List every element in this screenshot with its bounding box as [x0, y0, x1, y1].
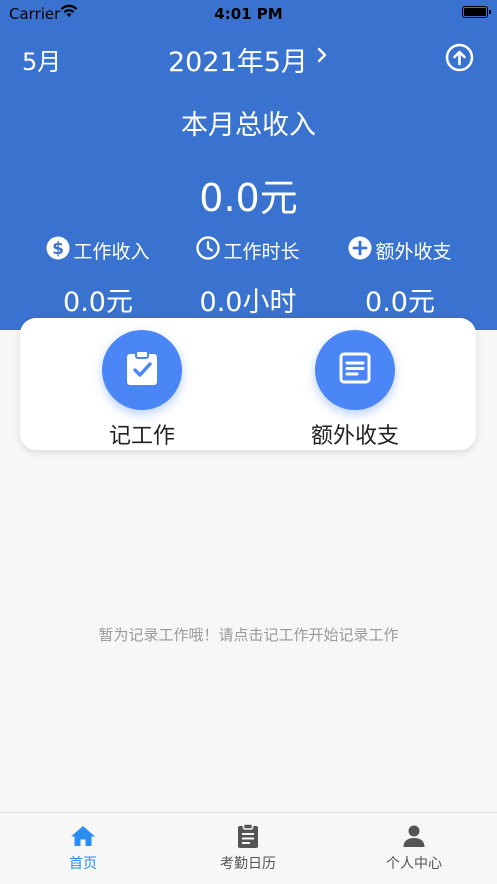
stat-work-hours: 工作时长 0.0小时: [165, 235, 331, 319]
tab-profile[interactable]: 个人中心: [331, 823, 497, 873]
stat-value: 0.0元: [63, 287, 133, 318]
status-bar: Carrier 4:01 PM: [0, 0, 497, 26]
person-icon: [331, 823, 497, 849]
tab-attendance-calendar[interactable]: 考勤日历: [165, 823, 331, 873]
total-income-value: 0.0元: [199, 176, 298, 220]
tab-label: 个人中心: [386, 856, 442, 872]
home-icon: [0, 823, 166, 849]
svg-text:$: $: [53, 239, 65, 259]
stat-extra: 额外收支 0.0元: [317, 236, 483, 319]
clock-icon: [196, 235, 223, 265]
extra-income-button[interactable]: 额外收支: [275, 330, 435, 450]
stat-label: 额外收支: [375, 240, 452, 263]
total-income-label: 本月总收入: [181, 110, 316, 141]
extra-income-label: 额外收支: [310, 424, 399, 449]
clock-time: 4:01 PM: [214, 5, 283, 23]
empty-state-message: 暂为记录工作哦！请点击记工作开始记录工作: [98, 626, 399, 644]
stat-work-income: $ 工作收入 0.0元: [15, 236, 181, 319]
stat-value: 0.0元: [365, 287, 435, 318]
tab-label: 首页: [69, 856, 97, 872]
stat-label: 工作时长: [223, 240, 300, 263]
action-card: 记工作 额外收支: [20, 318, 476, 450]
dollar-icon: $: [46, 236, 73, 265]
tab-home[interactable]: 首页: [0, 823, 166, 873]
month-selector[interactable]: 2021年5月: [168, 40, 308, 79]
document-icon: [338, 351, 372, 389]
battery-icon: [462, 6, 491, 18]
clipboard-icon: [165, 823, 331, 849]
summary-header: Carrier 4:01 PM 5月 2021年5月 本月总收入 0.0元 $ …: [0, 0, 497, 330]
record-work-circle[interactable]: [102, 330, 182, 410]
chevron-right-icon[interactable]: [316, 43, 328, 71]
plus-circle-icon: [348, 236, 375, 265]
month-short-label: 5月: [22, 48, 62, 76]
upload-icon[interactable]: [445, 43, 474, 72]
stat-label: 工作收入: [73, 240, 150, 263]
record-work-label: 记工作: [108, 424, 175, 449]
tab-label: 考勤日历: [220, 856, 276, 872]
clipboard-check-icon: [125, 350, 159, 390]
tab-bar: 首页 考勤日历 个人中心: [0, 812, 497, 884]
extra-income-circle[interactable]: [315, 330, 395, 410]
stat-value: 0.0小时: [199, 287, 297, 318]
record-work-button[interactable]: 记工作: [62, 330, 222, 450]
